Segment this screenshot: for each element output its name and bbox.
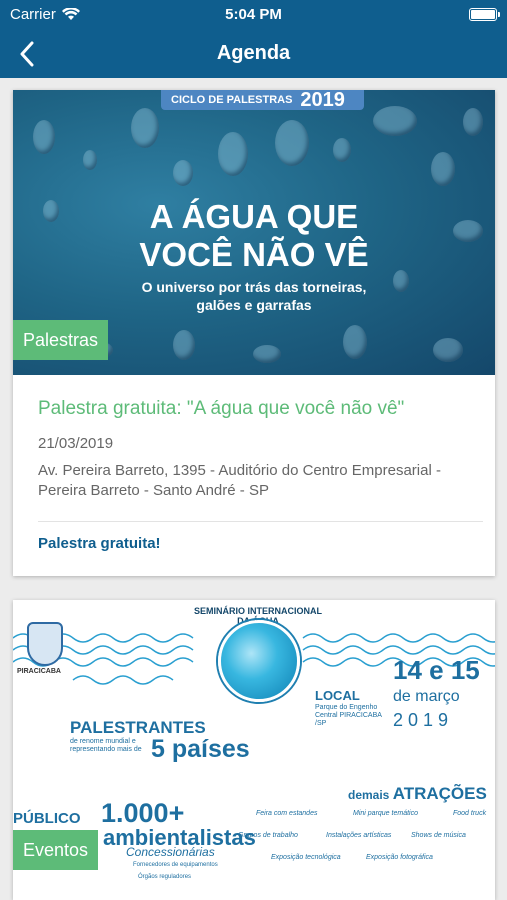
- speakers-detail: de renome mundial e representando mais d…: [70, 738, 142, 753]
- navigation-bar: Agenda: [0, 30, 507, 78]
- attractions-heading: demais ATRAÇÕES: [348, 784, 487, 804]
- event-card[interactable]: CICLO DE PALESTRAS 2019 A ÁGUA QUE VOCÊ …: [13, 90, 495, 576]
- status-time: 5:04 PM: [225, 6, 282, 23]
- headline-line-2: VOCÊ NÃO VÊ: [139, 236, 369, 273]
- category-tag: Palestras: [13, 320, 109, 360]
- event-banner-image: CICLO DE PALESTRAS 2019 A ÁGUA QUE VOCÊ …: [13, 90, 495, 375]
- attraction-item: Exposição fotográfica: [366, 854, 433, 861]
- audience-detail: Órgãos reguladores: [138, 874, 192, 880]
- water-globe-icon: [218, 620, 300, 702]
- subtitle-line-1: O universo por trás das torneiras,: [141, 279, 367, 295]
- series-label: CICLO DE PALESTRAS: [171, 94, 293, 106]
- attraction-item: Feira com estandes: [256, 810, 318, 817]
- attraction-item: Instalações artísticas: [326, 832, 392, 839]
- event-link[interactable]: Palestra gratuita!: [13, 522, 495, 565]
- event-dates: 14 e 15: [393, 655, 480, 685]
- event-title[interactable]: Palestra gratuita: "A água que você não …: [38, 397, 470, 421]
- event-details: Palestra gratuita: "A água que você não …: [13, 375, 495, 501]
- event-card[interactable]: PIRACICABA SEMINÁRIO INTERNACIONAL DA ÁG…: [13, 600, 495, 900]
- banner-subtitle: O universo por trás das torneiras, galõe…: [13, 278, 495, 314]
- battery-icon: [469, 8, 500, 21]
- event-year: 2019: [393, 710, 454, 730]
- audience-label: PÚBLICO: [13, 810, 81, 827]
- event-banner-image: PIRACICABA SEMINÁRIO INTERNACIONAL DA ÁG…: [13, 600, 495, 900]
- category-tag: Eventos: [13, 830, 99, 870]
- crest-caption: PIRACICABA: [17, 668, 61, 675]
- local-detail: Parque do Engenho Central PIRACICABA /SP: [315, 704, 382, 727]
- subtitle-line-2: galões e garrafas: [196, 297, 312, 313]
- audience-detail: Fornecedores de equipamentos: [133, 862, 218, 868]
- status-bar: Carrier 5:04 PM: [0, 0, 507, 30]
- series-year: 2019: [300, 90, 345, 111]
- attraction-item: Mini parque temático: [353, 810, 418, 817]
- attractions-prefix: demais: [348, 788, 390, 802]
- local-label: LOCAL: [315, 688, 360, 703]
- page-title: Agenda: [216, 42, 291, 64]
- event-address: Av. Pereira Barreto, 1395 - Auditório do…: [38, 462, 441, 499]
- event-date: 21/03/2019: [38, 435, 114, 452]
- attraction-item: Exposição tecnológica: [271, 854, 341, 861]
- series-badge: CICLO DE PALESTRAS 2019: [161, 90, 364, 110]
- attraction-item: Food truck: [453, 810, 487, 817]
- countries-count: 5 países: [151, 735, 250, 763]
- audience-subtype: Concessionárias: [126, 845, 215, 859]
- headline-line-1: A ÁGUA QUE: [149, 198, 359, 235]
- attraction-item: Shows de música: [411, 832, 466, 839]
- banner-headline: A ÁGUA QUE VOCÊ NÃO VÊ: [13, 198, 495, 274]
- attractions-label: ATRAÇÕES: [392, 784, 487, 803]
- city-crest-icon: [27, 622, 63, 666]
- event-month: de março: [393, 688, 460, 705]
